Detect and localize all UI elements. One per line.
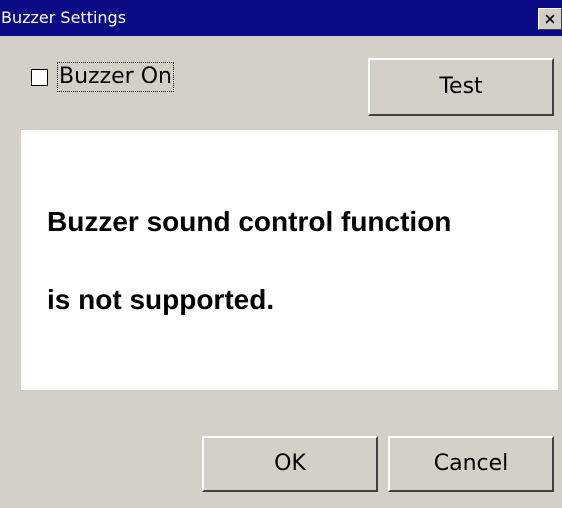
buzzer-on-checkbox[interactable] [31, 69, 48, 86]
cancel-button[interactable]: Cancel [388, 436, 554, 492]
test-button-label: Test [439, 74, 483, 99]
buzzer-on-label[interactable]: Buzzer On [57, 62, 174, 92]
ok-button-label: OK [274, 451, 306, 476]
buzzer-settings-dialog: Buzzer Settings Buzzer On Test Buzzer so… [0, 0, 562, 508]
window-title: Buzzer Settings [1, 8, 127, 27]
test-button[interactable]: Test [368, 58, 554, 116]
ok-button[interactable]: OK [202, 436, 378, 492]
message-panel: Buzzer sound control function is not sup… [21, 130, 558, 390]
close-button[interactable] [538, 8, 562, 30]
cancel-button-label: Cancel [433, 451, 509, 476]
message-line-2: is not supported. [47, 284, 275, 315]
message-line-1: Buzzer sound control function [47, 206, 452, 237]
close-icon [545, 14, 555, 24]
title-bar[interactable]: Buzzer Settings [0, 0, 562, 36]
